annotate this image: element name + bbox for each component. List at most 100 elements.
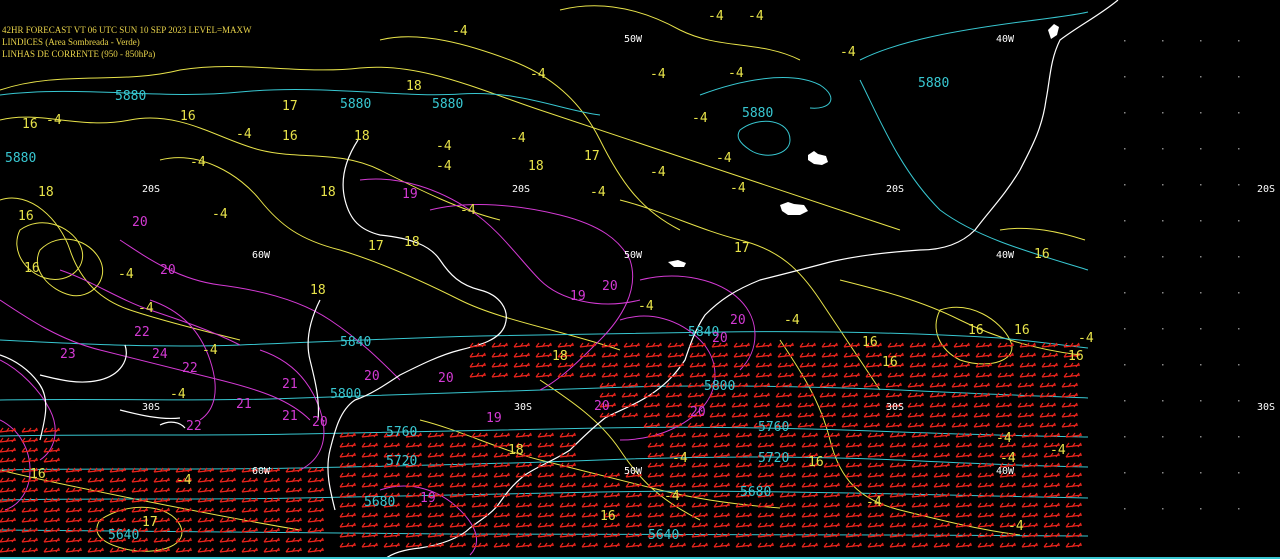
wind-barb xyxy=(43,427,61,433)
wind-barb xyxy=(823,502,841,508)
wind-barb xyxy=(889,542,907,548)
wind-barb xyxy=(557,372,575,378)
wind-barb xyxy=(863,392,881,398)
wind-barb xyxy=(709,422,727,428)
grid-dot xyxy=(1124,40,1126,42)
wind-barb xyxy=(953,352,971,358)
wind-barb xyxy=(0,507,17,513)
wind-barb xyxy=(801,432,819,438)
wind-barb xyxy=(109,487,127,493)
wind-barb xyxy=(955,432,973,438)
wind-barb xyxy=(65,497,83,503)
wind-barb xyxy=(885,382,903,388)
index-label: 17 xyxy=(368,239,384,254)
wind-barb xyxy=(579,372,597,378)
wind-barb xyxy=(691,542,709,548)
wind-barb xyxy=(1043,472,1061,478)
wind-barb xyxy=(909,362,927,368)
grid-dot xyxy=(1162,184,1164,186)
wind-barb xyxy=(777,352,795,358)
wind-barb xyxy=(999,502,1017,508)
wind-barb xyxy=(931,372,949,378)
wind-barb xyxy=(823,542,841,548)
grid-dot xyxy=(1124,256,1126,258)
wind-barb xyxy=(845,452,863,458)
wind-barb xyxy=(953,342,971,348)
wind-barb xyxy=(909,372,927,378)
lat-label-20s: 20S xyxy=(142,184,160,195)
wind-barb xyxy=(339,452,357,458)
wind-barb xyxy=(383,542,401,548)
index-label: -4 xyxy=(664,489,680,504)
index-label: -4 xyxy=(650,67,666,82)
wind-barb xyxy=(197,517,215,523)
wind-barb xyxy=(1021,512,1039,518)
wind-barb xyxy=(599,382,617,388)
streamline-label: 19 xyxy=(420,491,436,506)
grid-dot xyxy=(1238,400,1240,402)
wind-barb xyxy=(867,462,885,468)
wind-barb xyxy=(285,537,303,543)
wind-barb xyxy=(263,547,281,553)
wind-barb xyxy=(307,487,325,493)
wind-barb xyxy=(537,522,555,528)
wind-barb xyxy=(713,442,731,448)
wind-barb xyxy=(21,547,39,553)
grid-dot xyxy=(1200,508,1202,510)
index-label: 16 xyxy=(282,129,298,144)
wind-barb xyxy=(559,492,577,498)
wind-barb xyxy=(757,542,775,548)
wind-barb xyxy=(753,402,771,408)
wind-barb xyxy=(1039,412,1057,418)
wind-barb xyxy=(845,442,863,448)
wind-barb xyxy=(779,502,797,508)
wind-barb xyxy=(153,537,171,543)
grid-dot xyxy=(1124,436,1126,438)
wind-barb xyxy=(1043,482,1061,488)
wind-barb xyxy=(889,462,907,468)
wind-barb xyxy=(493,432,511,438)
wind-barb xyxy=(887,372,905,378)
wind-barb xyxy=(581,502,599,508)
wind-barb xyxy=(691,432,709,438)
wind-barb xyxy=(995,422,1013,428)
wind-barb xyxy=(823,472,841,478)
index-label: 17 xyxy=(584,149,600,164)
wind-barb xyxy=(493,532,511,538)
wind-barb xyxy=(537,432,555,438)
grid-dot xyxy=(1238,508,1240,510)
streamline-label: 19 xyxy=(402,187,418,202)
wind-barb xyxy=(1021,522,1039,528)
wind-barb xyxy=(955,512,973,518)
wind-barb xyxy=(647,452,665,458)
wind-barb xyxy=(537,482,555,488)
wind-barb xyxy=(911,472,929,478)
streamline-label: 20 xyxy=(712,331,728,346)
wind-barb xyxy=(889,432,907,438)
wind-barb xyxy=(953,362,971,368)
grid-dot xyxy=(1124,364,1126,366)
streamline-label: 20 xyxy=(690,405,706,420)
wind-barb xyxy=(823,462,841,468)
wind-barb xyxy=(667,372,685,378)
wind-barb xyxy=(911,442,929,448)
height-label: 5800 xyxy=(704,379,735,394)
wind-barb xyxy=(21,517,39,523)
grid-dot xyxy=(1124,292,1126,294)
wind-barb xyxy=(405,472,423,478)
wind-barb xyxy=(471,452,489,458)
wind-barb xyxy=(131,507,149,513)
grid-dot xyxy=(1238,40,1240,42)
wind-barb xyxy=(995,382,1013,388)
wind-barb xyxy=(643,412,661,418)
wind-barb xyxy=(779,542,797,548)
wind-barb xyxy=(1039,402,1057,408)
wind-barb xyxy=(933,512,951,518)
wind-barb xyxy=(579,352,597,358)
wind-barb xyxy=(867,452,885,458)
index-label: -4 xyxy=(460,203,476,218)
wind-barb xyxy=(0,447,17,453)
wind-barb xyxy=(43,467,61,473)
wind-barb xyxy=(339,512,357,518)
wind-barb xyxy=(955,542,973,548)
